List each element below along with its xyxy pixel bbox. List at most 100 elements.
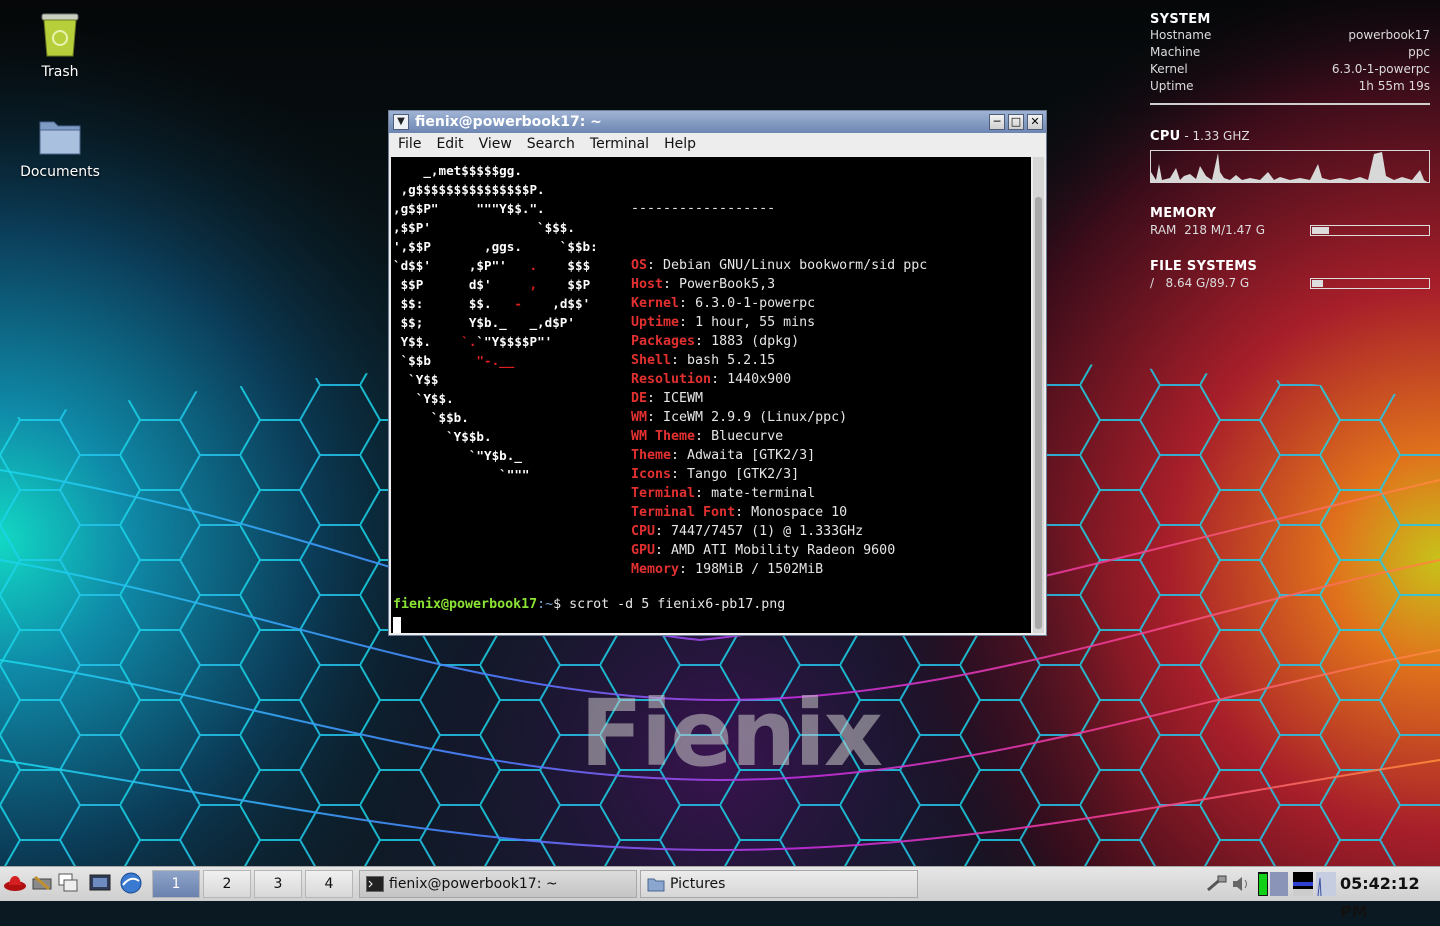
info-line: WM Theme: Bluecurve	[631, 427, 927, 446]
info-value: 1440x900	[727, 372, 792, 387]
info-colon: :	[679, 296, 696, 311]
info-key: Icons	[631, 467, 672, 482]
info-value: 1 hour, 55 mins	[695, 315, 816, 330]
menu-help[interactable]: Help	[655, 134, 702, 152]
task-label: fienix@powerbook17: ~	[389, 876, 558, 892]
web-browser-icon[interactable]	[119, 871, 143, 895]
info-value: AMD ATI Mobility Radeon 9600	[671, 543, 896, 558]
workspace-2-button[interactable]: 2	[203, 870, 251, 898]
fs-usage-fill	[1312, 280, 1323, 287]
workspace-1-button[interactable]: 1	[152, 870, 200, 898]
desktop-icon-label: Trash	[41, 64, 79, 80]
desktop-icon-trash[interactable]: Trash	[10, 12, 110, 80]
info-value: 198MiB / 1502MiB	[695, 562, 824, 577]
taskbar-clock[interactable]: 05:42:12 PM	[1340, 870, 1440, 926]
maximize-button[interactable]: □	[1008, 114, 1024, 130]
desktop-icon-documents[interactable]: Documents	[10, 116, 110, 180]
workspace-4-button[interactable]: 4	[305, 870, 353, 898]
info-key: CPU	[631, 524, 656, 539]
menu-view[interactable]: View	[470, 134, 518, 152]
terminal-scrollbar[interactable]	[1033, 157, 1044, 633]
info-colon: :	[735, 505, 752, 520]
cpu-graph	[1150, 150, 1430, 183]
window-list-icon[interactable]	[56, 871, 80, 895]
info-value: PowerBook5,3	[679, 277, 776, 292]
tools-icon[interactable]	[30, 871, 54, 895]
scrollbar-thumb[interactable]	[1035, 197, 1042, 629]
info-line: DE: ICEWM	[631, 389, 927, 408]
info-colon: :	[679, 562, 696, 577]
info-line: CPU: 7447/7457 (1) @ 1.333GHz	[631, 522, 927, 541]
info-value: 7447/7457 (1) @ 1.333GHz	[671, 524, 864, 539]
cpu-monitor-icon	[1258, 872, 1268, 896]
info-key: WM Theme	[631, 429, 696, 444]
cpu-frequency: - 1.33 GHZ	[1180, 129, 1250, 143]
info-colon: :	[679, 315, 696, 330]
window-titlebar[interactable]: ▼ fienix@powerbook17: ~ ─ □ ✕	[389, 111, 1046, 133]
fienix-watermark: Fienix	[580, 680, 883, 787]
task-terminal-button[interactable]: fienix@powerbook17: ~	[359, 870, 637, 898]
network-icon[interactable]	[1206, 874, 1228, 894]
menu-edit[interactable]: Edit	[427, 134, 469, 152]
prompt-user: fienix@powerbook17	[393, 597, 538, 612]
window-menu-icon[interactable]: ▼	[393, 114, 409, 130]
menu-file[interactable]: File	[389, 134, 427, 152]
show-desktop-icon[interactable]	[88, 871, 112, 895]
ram-usage-bar	[1310, 225, 1430, 236]
info-key: GPU	[631, 543, 656, 558]
terminal-menubar: File Edit View Search Terminal Help	[389, 134, 1046, 156]
task-pictures-button[interactable]: Pictures	[640, 870, 918, 898]
info-key: Resolution	[631, 372, 712, 387]
start-menu-icon[interactable]	[3, 871, 27, 895]
taskbar: 1 2 3 4 fienix@powerbook17: ~ Pictures 0…	[0, 866, 1440, 921]
load-graph-icon	[1316, 872, 1336, 896]
info-line: Terminal: mate-terminal	[631, 484, 927, 503]
menu-search[interactable]: Search	[518, 134, 581, 152]
minimize-button[interactable]: ─	[989, 114, 1005, 130]
memory-heading: MEMORY	[1150, 206, 1217, 221]
folder-icon	[647, 878, 665, 892]
menu-terminal[interactable]: Terminal	[581, 134, 655, 152]
trash-icon	[41, 13, 79, 57]
root-fs-row: / 8.64 G/89.7 G	[1150, 274, 1430, 292]
info-value: Debian GNU/Linux bookworm/sid ppc	[663, 258, 928, 273]
cpu-section: CPU - 1.33 GHZ	[1150, 129, 1430, 144]
window-title: fienix@powerbook17: ~	[415, 114, 602, 130]
text-cursor	[393, 617, 401, 633]
terminal-icon	[366, 876, 384, 892]
terminal-screen[interactable]: _,met$$$$$gg. ,g$$$$$$$$$$$$$$$P. ,g$$P"…	[391, 157, 1031, 633]
info-colon: :	[671, 467, 688, 482]
info-colon: :	[663, 277, 680, 292]
info-colon: :	[647, 258, 664, 273]
terminal-window[interactable]: ▼ fienix@powerbook17: ~ ─ □ ✕ File Edit Vi…	[388, 110, 1047, 636]
info-line: Theme: Adwaita [GTK2/3]	[631, 446, 927, 465]
info-value: IceWM 2.9.9 (Linux/ppc)	[663, 410, 848, 425]
ram-row: RAM 218 M/1.47 G	[1150, 221, 1430, 239]
info-colon: :	[655, 524, 672, 539]
workspace-3-button[interactable]: 3	[254, 870, 302, 898]
info-colon: :	[671, 353, 688, 368]
info-line: Kernel: 6.3.0-1-powerpc	[631, 294, 927, 313]
hostname-row: Hostname powerbook17	[1150, 28, 1430, 42]
info-key: OS	[631, 258, 648, 273]
uptime-row: Uptime 1h 55m 19s	[1150, 79, 1430, 93]
prompt-path: :~	[537, 597, 554, 612]
machine-row: Machine ppc	[1150, 45, 1430, 59]
fs-usage-bar	[1310, 278, 1430, 289]
neofetch-info: ------------------ OS: Debian GNU/Linux …	[631, 161, 927, 633]
info-key: Terminal Font	[631, 505, 736, 520]
close-button[interactable]: ✕	[1027, 114, 1043, 130]
info-line: GPU: AMD ATI Mobility Radeon 9600	[631, 541, 927, 560]
desktop-icon-label: Documents	[20, 164, 100, 180]
info-value: Adwaita [GTK2/3]	[687, 448, 816, 463]
info-line: Shell: bash 5.2.15	[631, 351, 927, 370]
info-line: Resolution: 1440x900	[631, 370, 927, 389]
volume-icon[interactable]	[1231, 874, 1251, 894]
info-key: Host	[631, 277, 664, 292]
info-line: Memory: 198MiB / 1502MiB	[631, 560, 927, 579]
info-key: DE	[631, 391, 648, 406]
info-key: Uptime	[631, 315, 680, 330]
info-value: Bluecurve	[711, 429, 784, 444]
info-colon: :	[695, 429, 712, 444]
system-heading: SYSTEM	[1150, 12, 1211, 27]
